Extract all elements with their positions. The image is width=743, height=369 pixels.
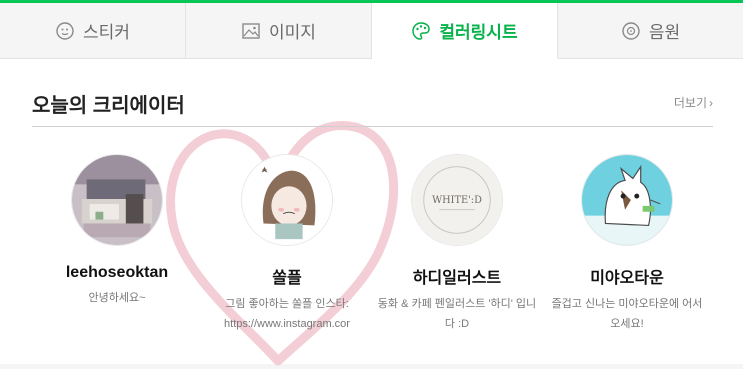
creator-desc: 그림 좋아하는 쏠플 인스타: https://www.instagram.co…: [224, 298, 350, 330]
palette-icon: [411, 21, 431, 41]
creator-list: leehoseoktan 안녕하세요~ 쏠플 그림 좋아하는 쏠플 인스타: h…: [32, 154, 713, 354]
category-tabs: 스티커 이미지 컬러링시트 음원: [0, 3, 743, 59]
creator-card[interactable]: 쏠플 그림 좋아하는 쏠플 인스타: https://www.instagram…: [202, 154, 372, 354]
tab-music-label: 음원: [648, 23, 681, 42]
music-icon: [621, 21, 641, 41]
creator-name: 쏠플: [272, 270, 302, 287]
image-icon: [241, 21, 261, 41]
creator-card[interactable]: leehoseoktan 안녕하세요~: [32, 154, 202, 354]
creator-desc: 안녕하세요~: [88, 292, 146, 304]
creator-desc: 동화 & 카페 펜일러스트 '하디' 입니다 :D: [377, 298, 537, 330]
creator-card[interactable]: WHITE':D 하디일러스트 동화 & 카페 펜일러스트 '하디' 입니다 :…: [372, 154, 542, 354]
tab-music[interactable]: 음원: [558, 3, 743, 59]
creator-panel: 오늘의 크리에이터 더보기 › leehoseoktan 안녕하세요~ 쏠플 그…: [0, 59, 743, 366]
creator-desc: 즐겁고 신나는 미야오타운에 어서 오세요!: [551, 298, 703, 330]
avatar-brand-text: WHITE':D: [432, 195, 482, 206]
tab-coloring-sheet[interactable]: 컬러링시트: [372, 3, 558, 59]
section-title: 오늘의 크리에이터: [32, 95, 185, 117]
creator-avatar: [581, 154, 673, 246]
creator-card[interactable]: 미야오타운 즐겁고 신나는 미야오타운에 어서 오세요!: [542, 154, 712, 354]
more-label: 더보기: [673, 96, 707, 110]
tab-sticker[interactable]: 스티커: [0, 3, 186, 59]
section-divider: [32, 126, 713, 127]
chevron-right-icon: ›: [709, 96, 713, 110]
creator-name: leehoseoktan: [65, 264, 169, 281]
tab-coloring-sheet-label: 컬러링시트: [439, 23, 518, 42]
tab-sticker-label: 스티커: [83, 23, 130, 42]
creator-avatar: [71, 154, 163, 246]
more-link[interactable]: 더보기 ›: [674, 94, 713, 111]
creator-name: 하디일러스트: [412, 270, 502, 287]
sticker-icon: [55, 21, 75, 41]
creator-name: 미야오타운: [590, 270, 664, 287]
creator-avatar: [241, 154, 333, 246]
tab-image-label: 이미지: [269, 23, 316, 42]
tab-image[interactable]: 이미지: [186, 3, 372, 59]
creator-avatar: WHITE':D: [411, 154, 503, 246]
